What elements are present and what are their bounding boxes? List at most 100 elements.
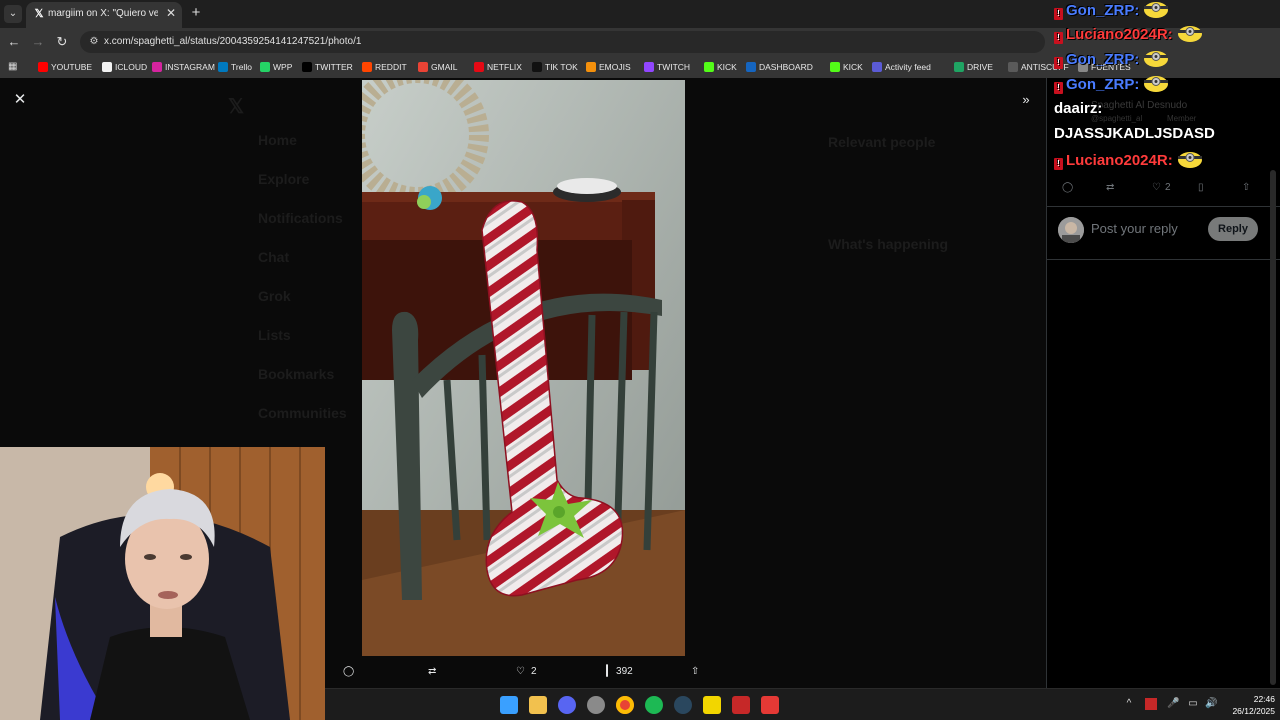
bookmark-label: KICK bbox=[843, 62, 863, 72]
webcam-feed bbox=[0, 447, 325, 720]
taskbar: ^ 🎤 ▭ 🔊 22:46 26/12/2025 bbox=[325, 688, 1280, 720]
bookmark-item[interactable]: TWITCH bbox=[644, 60, 690, 74]
emoji-icon bbox=[586, 62, 596, 72]
apps-grid-icon[interactable]: ▦ bbox=[8, 61, 19, 72]
clock-date: 26/12/2025 bbox=[1232, 706, 1275, 716]
like-count: 2 bbox=[1164, 182, 1171, 193]
bookmark-label: Trello bbox=[231, 62, 252, 72]
clock[interactable]: 22:46 26/12/2025 bbox=[1205, 693, 1275, 717]
steam-icon[interactable] bbox=[674, 696, 692, 714]
bookmark-label: DASHBOARD bbox=[759, 62, 813, 72]
webcam-illustration bbox=[0, 447, 325, 720]
view-count: 392 bbox=[616, 666, 633, 677]
file-explorer-icon[interactable] bbox=[529, 696, 547, 714]
share-action-button[interactable]: ⇧ bbox=[691, 664, 699, 680]
ghost-nav-item: Lists bbox=[258, 327, 291, 343]
heart-icon: ♡ bbox=[516, 666, 525, 677]
bookmark-item[interactable]: DRIVE bbox=[954, 60, 993, 74]
spotify-icon[interactable] bbox=[645, 696, 663, 714]
network-icon[interactable]: ▭ bbox=[1187, 698, 1199, 710]
share-icon[interactable]: ⇧ bbox=[1242, 180, 1250, 196]
discord-icon[interactable] bbox=[558, 696, 576, 714]
ghost-nav-item: Communities bbox=[258, 405, 347, 421]
tab-search-icon[interactable]: ⌄ bbox=[4, 5, 22, 23]
ghost-nav-item: Grok bbox=[258, 288, 291, 304]
bookmark-label: NETFLIX bbox=[487, 62, 522, 72]
tray-chevron-icon[interactable]: ^ bbox=[1123, 698, 1135, 710]
bookmark-item[interactable]: NETFLIX bbox=[474, 60, 522, 74]
reply-icon[interactable]: ◯ bbox=[1062, 180, 1073, 196]
chat-badge-icon: ! bbox=[1054, 57, 1063, 69]
ghost-nav-item: Bookmarks bbox=[258, 366, 335, 382]
bookmark-label: ICLOUD bbox=[115, 62, 148, 72]
bookmark-icon[interactable]: ▯ bbox=[1198, 180, 1204, 196]
back-icon[interactable]: ← bbox=[6, 34, 22, 50]
browser-tab[interactable]: 𝕏 margiim on X: "Quiero ver que ✕ bbox=[26, 2, 182, 28]
dashboard-icon bbox=[746, 62, 756, 72]
post-photo[interactable] bbox=[362, 80, 685, 656]
reply-input[interactable]: Post your reply bbox=[1091, 221, 1178, 236]
bookmark-item[interactable]: Trello bbox=[218, 60, 252, 74]
chat-message: ! Luciano2024R: bbox=[1054, 24, 1205, 44]
tab-close-icon[interactable]: ✕ bbox=[164, 6, 178, 20]
reply-action-button[interactable]: ◯ bbox=[343, 664, 354, 680]
tray-app-icon[interactable] bbox=[1145, 698, 1157, 710]
chat-message: ! Gon_ZRP: bbox=[1054, 74, 1171, 94]
drive-icon bbox=[954, 62, 964, 72]
expand-panel-button[interactable]: » bbox=[1018, 92, 1034, 108]
bookmark-item[interactable]: REDDIT bbox=[362, 60, 407, 74]
bookmark-label: TWITTER bbox=[315, 62, 353, 72]
bookmark-item[interactable]: WPP bbox=[260, 60, 292, 74]
close-viewer-button[interactable]: ✕ bbox=[12, 92, 28, 108]
like-button[interactable]: ♡ 2 bbox=[1152, 180, 1171, 196]
views-action-button[interactable]: ┃ 392 bbox=[604, 664, 633, 680]
tiktok-icon bbox=[532, 62, 542, 72]
bookmark-item[interactable]: DASHBOARD bbox=[746, 60, 813, 74]
bookmark-item[interactable]: KICK bbox=[830, 60, 863, 74]
reload-icon[interactable]: ↻ bbox=[54, 34, 70, 50]
clock-time: 22:46 bbox=[1253, 694, 1275, 704]
youtube-icon bbox=[38, 62, 48, 72]
obs-icon[interactable] bbox=[587, 696, 605, 714]
sticky-notes-icon[interactable] bbox=[703, 696, 721, 714]
address-bar[interactable]: ⚙ x.com/spaghetti_al/status/200435925414… bbox=[80, 31, 1045, 53]
scrollbar[interactable] bbox=[1270, 170, 1276, 685]
repost-icon: ⇄ bbox=[428, 666, 437, 677]
minion-emote-icon bbox=[1177, 152, 1202, 168]
bookmark-item[interactable]: GMAIL bbox=[418, 60, 457, 74]
new-tab-button[interactable]: + bbox=[188, 5, 204, 21]
app-icon[interactable] bbox=[732, 696, 750, 714]
stream-chat-overlay: ! Gon_ZRP:! Luciano2024R:! Gon_ZRP:! Gon_ZRP… bbox=[1050, 0, 1280, 170]
chat-message: DJASSJKADLJSDASD bbox=[1054, 124, 1215, 144]
recorder-icon[interactable] bbox=[761, 696, 779, 714]
minion-emote-icon bbox=[1177, 26, 1202, 42]
site-info-icon[interactable]: ⚙ bbox=[87, 35, 101, 49]
microphone-icon[interactable]: 🎤 bbox=[1167, 698, 1179, 710]
chat-badge-icon: ! bbox=[1054, 32, 1063, 44]
bookmark-label: WPP bbox=[273, 62, 293, 72]
bookmark-label: TIK TOK bbox=[545, 62, 578, 72]
chrome-icon[interactable] bbox=[616, 696, 634, 714]
bookmark-item[interactable]: TWITTER bbox=[302, 60, 353, 74]
bookmark-item[interactable]: INSTAGRAM bbox=[152, 60, 215, 74]
bookmark-item[interactable]: TIK TOK bbox=[532, 60, 578, 74]
bookmark-item[interactable]: KICK bbox=[704, 60, 737, 74]
bookmark-item[interactable]: Activity feed bbox=[872, 60, 931, 74]
chat-message: ! Gon_ZRP: bbox=[1054, 0, 1171, 20]
bookmark-item[interactable]: YOUTUBE bbox=[38, 60, 92, 74]
chat-username: Luciano2024R: bbox=[1066, 152, 1173, 169]
reply-button[interactable]: Reply bbox=[1208, 217, 1258, 241]
forward-icon[interactable]: → bbox=[30, 34, 46, 50]
reddit-icon bbox=[362, 62, 372, 72]
bookmark-item[interactable]: ICLOUD bbox=[102, 60, 147, 74]
repost-action-button[interactable]: ⇄ bbox=[428, 664, 436, 680]
repost-icon[interactable]: ⇄ bbox=[1106, 180, 1114, 196]
start-icon[interactable] bbox=[500, 696, 518, 714]
chat-message: ! Luciano2024R: bbox=[1054, 150, 1205, 170]
share-icon: ⇧ bbox=[691, 666, 700, 677]
bookmark-item[interactable]: EMOJIS bbox=[586, 60, 631, 74]
antiscuff-icon bbox=[1008, 62, 1018, 72]
like-action-button[interactable]: ♡ 2 bbox=[516, 664, 537, 680]
bookmark-label: TWITCH bbox=[657, 62, 691, 72]
gmail-icon bbox=[418, 62, 428, 72]
